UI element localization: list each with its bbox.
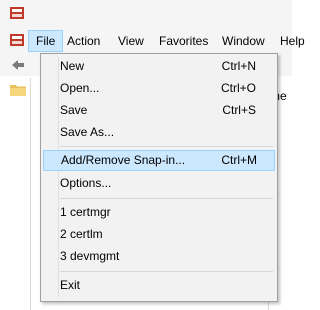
mmc-console-icon[interactable] (9, 33, 25, 47)
menu-item-new[interactable]: New Ctrl+N (43, 56, 273, 77)
menu-item-label: Exit (60, 278, 81, 292)
menu-file[interactable]: File (28, 30, 64, 52)
back-arrow-icon[interactable] (10, 57, 26, 73)
mmc-console-icon[interactable] (9, 6, 25, 20)
menu-separator (60, 146, 273, 147)
menu-item-save[interactable]: Save Ctrl+S (43, 100, 273, 121)
menu-item-shortcut: Ctrl+S (222, 103, 256, 117)
menu-item-recent-certmgr[interactable]: 1 certmgr (43, 202, 273, 223)
menu-item-shortcut: Ctrl+N (221, 59, 256, 73)
menu-item-label: New (60, 59, 85, 73)
menu-item-save-as[interactable]: Save As... (43, 122, 273, 143)
menu-item-label: 1 certmgr (60, 205, 111, 219)
menu-item-label: 3 devmgmt (60, 249, 120, 263)
menu-item-add-remove-snap-in[interactable]: Add/Remove Snap-in... Ctrl+M (43, 150, 275, 171)
menu-item-recent-devmgmt[interactable]: 3 devmgmt (43, 246, 273, 267)
menu-favorites[interactable]: Favorites (152, 31, 215, 51)
file-menu-dropdown: New Ctrl+N Open... Ctrl+O Save Ctrl+S Sa… (40, 53, 278, 302)
folder-icon[interactable] (10, 83, 26, 96)
menu-item-label: 2 certlm (60, 227, 103, 241)
menu-view[interactable]: View (111, 31, 151, 51)
menu-help[interactable]: Help (273, 31, 312, 51)
menu-item-exit[interactable]: Exit (43, 275, 273, 296)
menu-item-open[interactable]: Open... Ctrl+O (43, 78, 273, 99)
menu-item-shortcut: Ctrl+O (220, 81, 256, 95)
menu-item-shortcut: Ctrl+M (221, 153, 257, 167)
menu-separator (60, 198, 273, 199)
menu-item-recent-certlm[interactable]: 2 certlm (43, 224, 273, 245)
menu-item-label: Open... (60, 81, 100, 95)
menu-item-label: Save As... (60, 125, 115, 139)
console-tree-pane (0, 78, 31, 310)
menu-item-options[interactable]: Options... (43, 173, 273, 194)
menu-bar: File Action View Favorites Window Help (0, 28, 305, 55)
menu-window[interactable]: Window (215, 31, 272, 51)
menu-separator (60, 271, 273, 272)
menu-item-label: Add/Remove Snap-in... (61, 153, 186, 167)
menu-item-label: Save (60, 103, 88, 117)
title-bar (0, 0, 292, 28)
menu-item-label: Options... (60, 176, 112, 190)
menu-action[interactable]: Action (60, 31, 107, 51)
